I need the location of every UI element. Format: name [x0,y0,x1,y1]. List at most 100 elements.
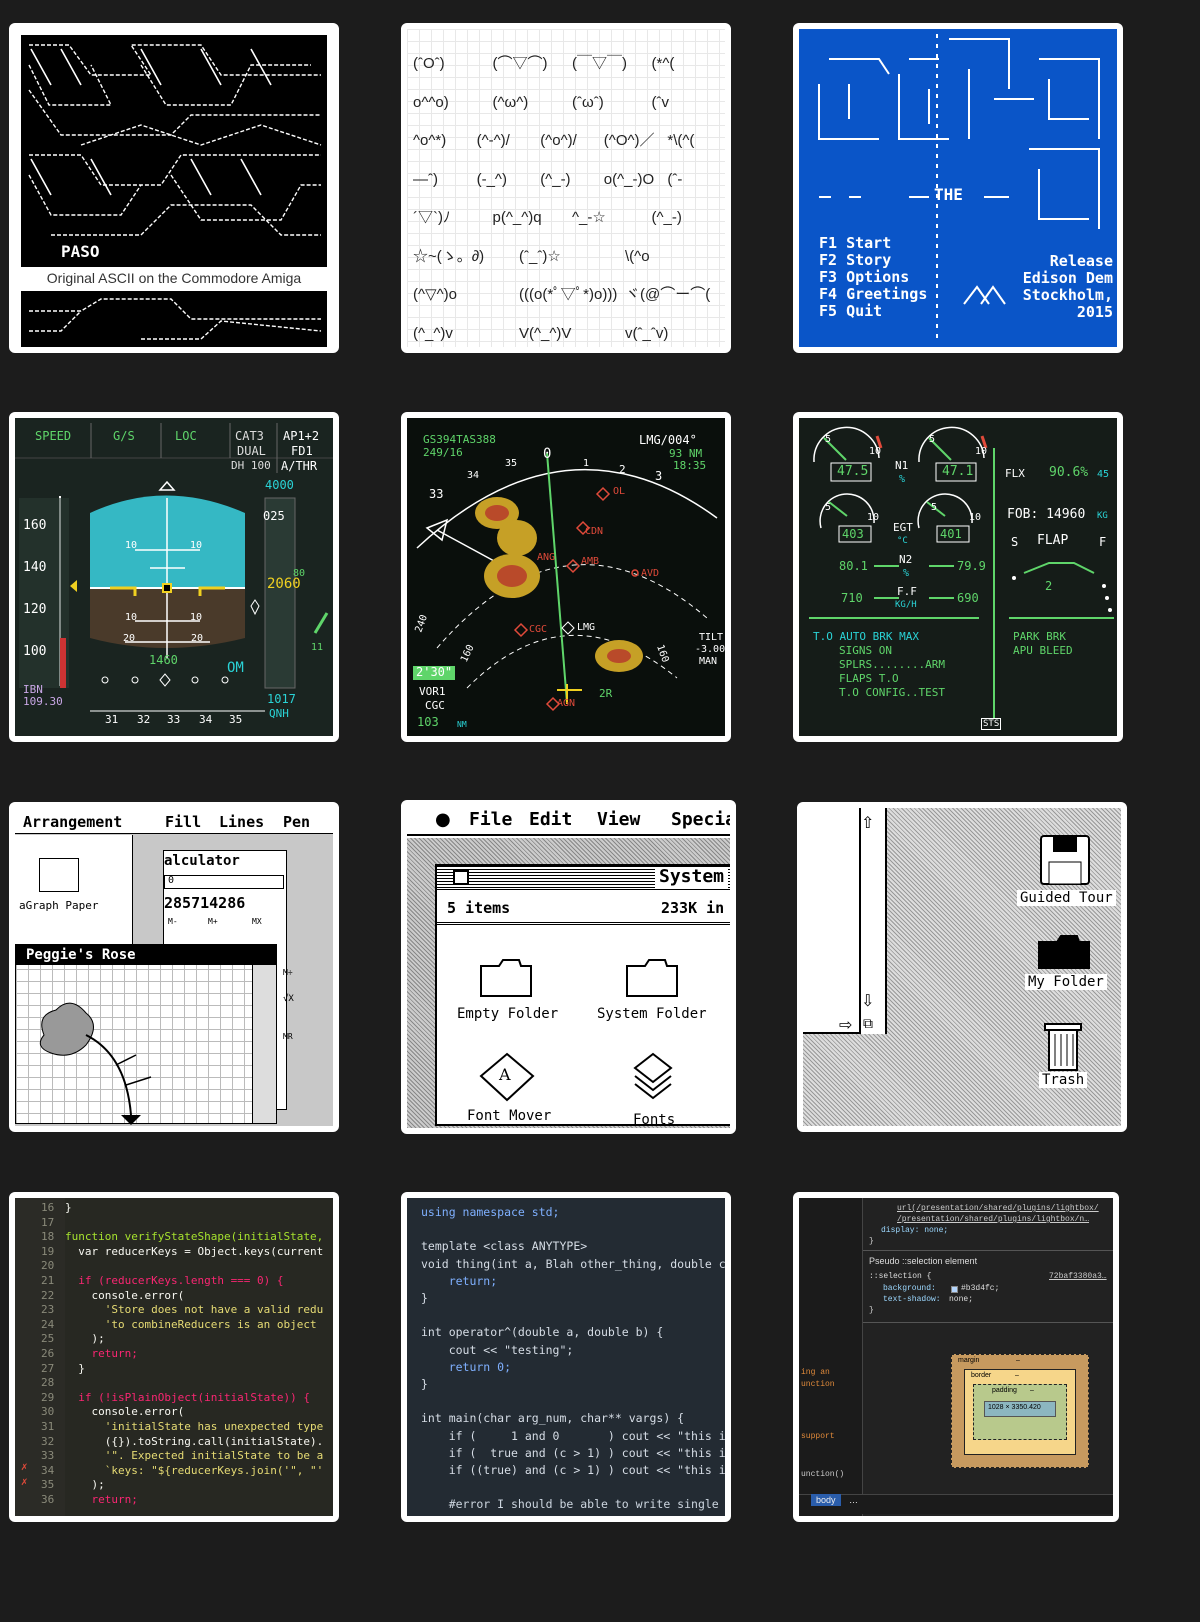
code-line: ); [65,1478,105,1492]
pfd-marker-om: OM [227,660,244,676]
nd-wpt-ol: OL [613,486,626,497]
rose-scrollbar[interactable] [252,965,276,1123]
macpaint-tile[interactable]: Arrangement Fill Lines Pen aGraph Paper … [9,802,339,1132]
items-count: 5 items [447,899,511,917]
nd-tile[interactable]: GS394TAS388 249/16 LMG/004° 93 NM 18:35 … [401,412,731,742]
pfd-speed-120: 120 [23,602,47,617]
code-line: ({}).toString.call(initialState). [65,1434,324,1448]
menu-special[interactable]: Specia [671,809,730,831]
code-line: int main(char arg_num, char** vargs) { [421,1411,685,1426]
pfd-tile[interactable]: SPEED G/S LOC CAT3 DUAL DH 100 AP1+2 FD1… [9,412,339,742]
pfd-baro: 1017 [267,692,296,706]
cbm-menu-item: F5 Quit [819,302,883,320]
ecam-n2-label: N2 [899,553,913,566]
ecam-tick-10-a: 10 [869,446,882,457]
scroll-down-arrow-icon[interactable]: ⇩ [861,991,874,1010]
emoticon: o(^_-)O [603,170,655,188]
emoticon: (^_^)v [413,324,453,342]
folder-icon[interactable] [1037,934,1091,970]
devtools-source-link[interactable]: 72baf3380a3… [1049,1272,1107,1281]
my-folder-label: My Folder [1025,974,1107,991]
emoticon: —ˆ) [413,170,438,188]
font-mover-icon[interactable]: A [479,1052,535,1102]
box-content-size: 1028 × 3350.420 [988,1404,1041,1411]
ecam-tile[interactable]: 5 10 5 10 47.5 47.1 N1 % 5 10 5 10 403 4… [793,412,1123,742]
empty-folder-icon[interactable] [479,958,533,998]
cpp-code-tile[interactable]: using namespace std; template <class ANYT… [401,1192,731,1522]
emoticon: p(^_^)q [492,209,542,226]
menu-pen[interactable]: Pen [283,813,310,831]
calc-key-mx[interactable]: MX [252,917,262,926]
menu-lines[interactable]: Lines [219,813,264,831]
header-divider [437,922,730,925]
menu-fill[interactable]: Fill [165,813,201,831]
scroll-up-arrow-icon[interactable]: ⇧ [861,813,874,832]
fonts-icon[interactable] [633,1052,673,1104]
emoticons-tile[interactable]: (ˆOˆ) (⌒▽⌒) (￣▽￣) (*^(o^^o) (^ω^) (ˆωˆ) (ˆv ^o^… [401,23,731,353]
devtools-tile[interactable]: ing an unction support unction() url(/pr… [793,1192,1119,1522]
apple-menu-icon[interactable]: ● [435,809,451,831]
line-number: 18 [41,1230,55,1244]
line-number: 34 [41,1463,55,1477]
devtools-url-2[interactable]: /presentation/shared/plugins/lightbox/n… [897,1215,1089,1224]
color-swatch[interactable] [951,1286,958,1293]
menu-file[interactable]: File [469,809,512,831]
pfd-pitch-20-left: 20 [123,633,136,644]
amiga-caption: Original ASCII on the Commodore Amiga [46,270,302,286]
menu-view[interactable]: View [597,809,640,831]
system-folder-icon[interactable] [625,958,679,998]
graph-paper-icon[interactable] [39,858,79,892]
devtools-divider-1 [863,1250,1113,1251]
rose-window[interactable]: Peggie's Rose [15,944,277,1125]
menu-arrangement[interactable]: Arrangement [23,813,122,831]
font-mover-label: Font Mover [467,1108,552,1124]
line-number: 35 [41,1478,55,1492]
code-line: if (reducerKeys.length === 0) { [65,1274,284,1287]
calc-key-sqrt[interactable]: √X [283,994,294,1004]
amiga-ascii-tile[interactable]: PASO Original ASCII on the Commodore Ami… [9,23,339,353]
line-number: 29 [41,1390,55,1404]
code-line: console.error( [65,1288,185,1302]
trash-icon[interactable] [1043,1018,1083,1072]
pfd-dual: DUAL [237,444,266,458]
pfd-baro-unit: QNH [269,707,289,720]
finder-tile[interactable]: ● File Edit View Specia System 5 items 2… [401,800,736,1134]
mac-desktop-tile[interactable]: ⇧ ⇩ ⇨ ⧉ Guided Tour My Folder Trash [797,802,1127,1132]
resize-box-icon[interactable]: ⧉ [863,1016,873,1032]
nd-vor-unit: NM [457,720,467,729]
nd-hdg-34: 34 [467,470,480,481]
ascii-logo-art [28,44,322,236]
ecam-tick-5-a: 5 [825,434,832,445]
cbm-demo-tile[interactable]: THE F1 Start F2 Story F3 Options F4 Greetin… [793,23,1123,353]
calc-key-mr[interactable]: MR [283,1032,293,1041]
disk-icon[interactable] [1039,834,1091,886]
system-window[interactable]: System 5 items 233K in Empty Folder Syst… [435,864,730,1128]
js-code-tile[interactable]: ✗ ✗ 16} 17 18 function verifyStateShape(ini… [9,1192,339,1522]
calc-key-mdiv[interactable]: M÷ [283,968,293,977]
code-line: function verifyStateShape(initialState, [65,1230,324,1244]
amiga-logo-label: PASO [61,242,100,261]
nd-wpt-cdn: CDN [585,526,604,537]
close-box[interactable] [453,870,469,885]
breadcrumb-more[interactable]: … [849,1495,858,1505]
pfd-dh: DH 100 [231,459,271,472]
calc-key-mplus[interactable]: M+ [208,917,218,926]
devtools-url-1[interactable]: url(/presentation/shared/plugins/lightbo… [897,1204,1099,1213]
nd-wpt-lmg: LMG [577,622,596,633]
calc-key-mminus[interactable]: M- [168,917,178,926]
pfd-vs-label: 11 [311,642,324,653]
cbm-menu-item: F3 Options [819,268,910,286]
js-error-marker-35: ✗ [21,1475,28,1488]
amiga-lower-panel [21,291,327,347]
ecam-ff-label: F.F [897,585,917,598]
scroll-right-arrow-icon[interactable]: ⇨ [839,1015,852,1034]
pfd-speed-160: 160 [23,518,47,533]
emoticon: (^▽^)o [413,286,457,303]
box-border-label: border [971,1372,992,1379]
code-line: return; [65,1347,138,1360]
breadcrumb-body[interactable]: body [811,1494,841,1507]
pfd-speed-mode: SPEED [35,429,72,443]
emoticon: (((o(*ﾟ▽ﾟ*)o))) [519,286,618,303]
code-line: console.error( [65,1405,185,1419]
menu-edit[interactable]: Edit [529,809,572,831]
